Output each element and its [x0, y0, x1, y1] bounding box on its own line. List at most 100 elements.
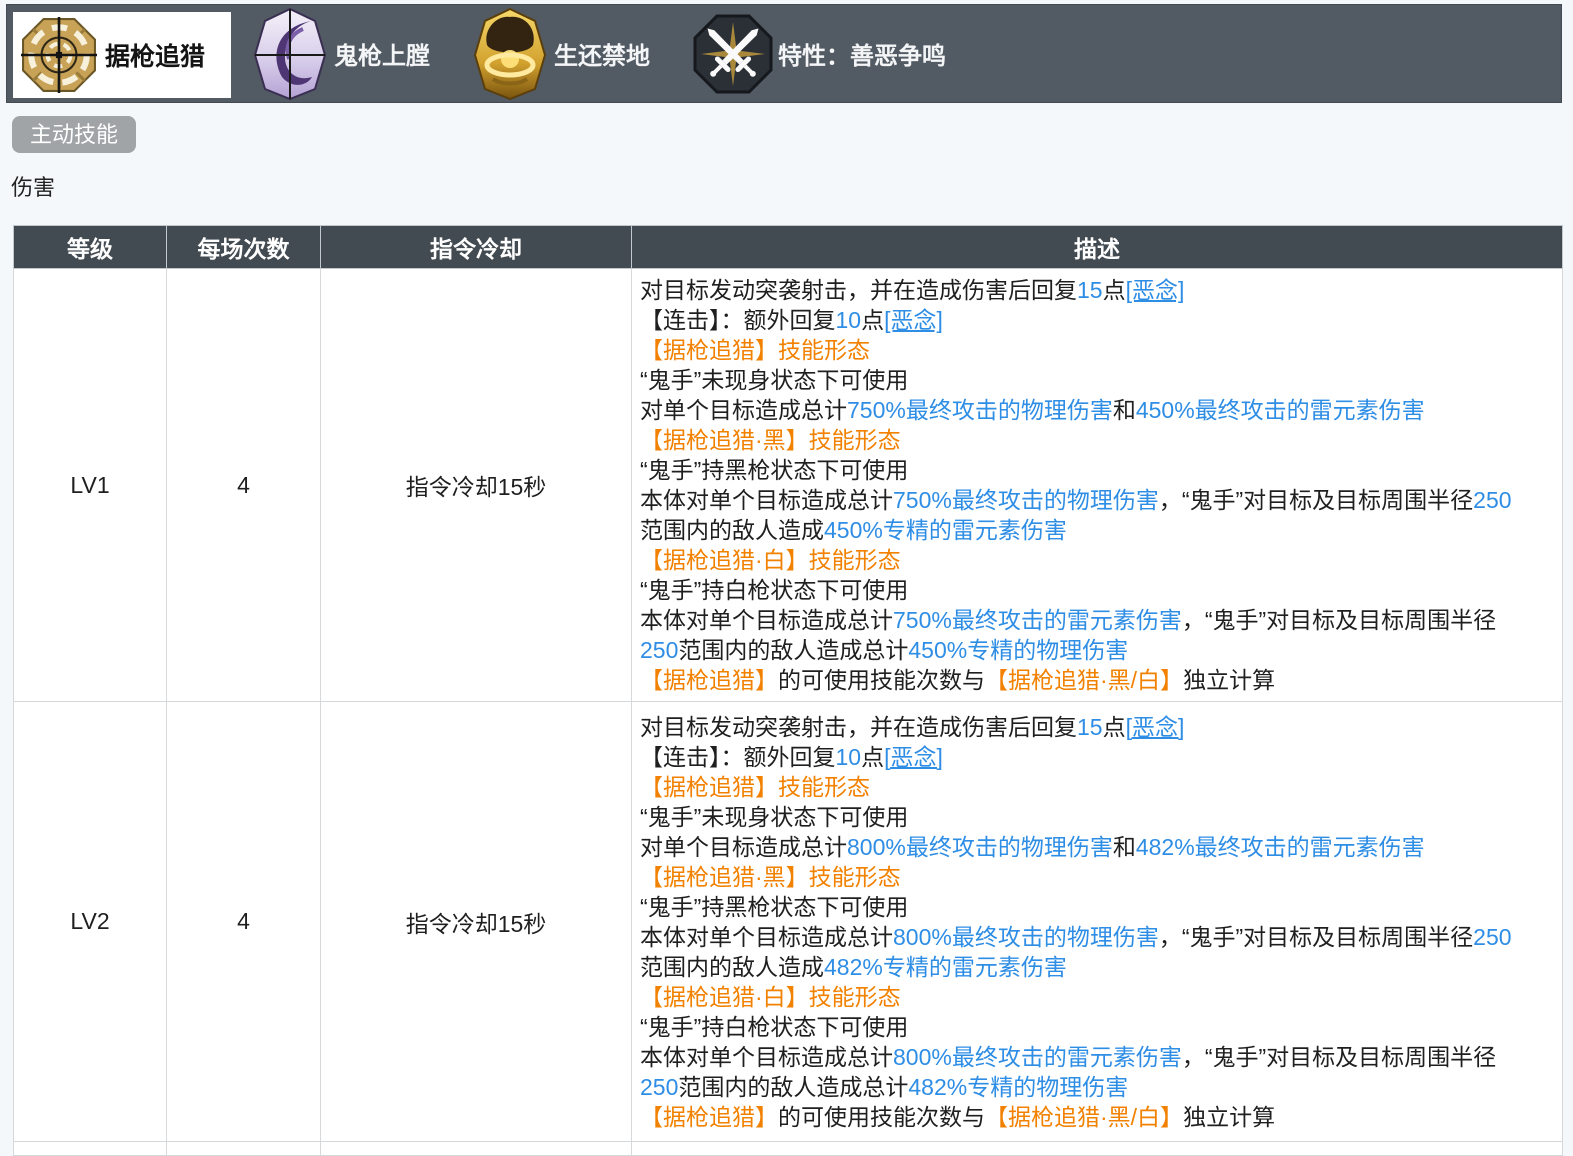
text-segment: 的可使用技能次数与 [778, 1104, 985, 1130]
table-header-row: 等级 每场次数 指令冷却 描述 [14, 226, 1563, 269]
description-line: 本体对单个目标造成总计800%最终攻击的雷元素伤害，“鬼手”对目标及目标周围半径 [640, 1042, 1560, 1072]
tab-ju-qiang-zhui-lie[interactable]: 据枪追猎 [13, 12, 231, 98]
text-segment: 482%最终攻击的雷元素伤害 [1136, 834, 1425, 860]
enian-link[interactable]: [恶念] [1126, 277, 1185, 303]
description-line: 250范围内的敌人造成总计482%专精的物理伤害 [640, 1072, 1560, 1102]
description-line: 250范围内的敌人造成总计450%专精的物理伤害 [640, 635, 1560, 665]
description-line: 【据枪追猎·白】技能形态 [640, 545, 1560, 575]
text-segment: “鬼手”持黑枪状态下可使用 [640, 457, 908, 483]
text-segment: 【据枪追猎·黑】技能形态 [640, 864, 901, 890]
tab-sheng-huan-jin-di[interactable]: 生还禁地 [469, 5, 650, 102]
description-line: “鬼手”持黑枪状态下可使用 [640, 892, 1560, 922]
text-segment: “鬼手”持白枪状态下可使用 [640, 1014, 908, 1040]
text-segment: 本体对单个目标造成总计 [640, 487, 893, 513]
text-segment: ，“鬼手”对目标及目标周围半径 [1159, 924, 1473, 950]
enian-link[interactable]: [恶念] [884, 744, 943, 770]
text-segment: 点 [861, 307, 884, 333]
description-line: 【据枪追猎】的可使用技能次数与【据枪追猎·黑/白】独立计算 [640, 665, 1560, 695]
enian-link[interactable]: [恶念] [1126, 714, 1185, 740]
skill-tab-bar: 据枪追猎 鬼枪上膛 [6, 4, 1562, 103]
tab-label: 鬼枪上膛 [334, 36, 430, 71]
text-segment: 450%最终攻击的雷元素伤害 [1136, 397, 1425, 423]
text-segment: 范围内的敌人造成总计 [678, 1074, 908, 1100]
description-line: 【据枪追猎·黑】技能形态 [640, 425, 1560, 455]
crossed-swords-icon [691, 12, 775, 96]
text-segment: ，“鬼手”对目标及目标周围半径 [1159, 487, 1473, 513]
text-segment: 【连击】：额外回复 [640, 744, 836, 770]
description-line: 对单个目标造成总计750%最终攻击的物理伤害和450%最终攻击的雷元素伤害 [640, 395, 1560, 425]
tab-label: 特性：善恶争鸣 [778, 36, 946, 71]
section-title: 伤害 [11, 170, 55, 202]
empty-cell [632, 1142, 1563, 1156]
description-line: 【据枪追猎】技能形态 [640, 335, 1560, 365]
description-line: 【据枪追猎】技能形态 [640, 772, 1560, 802]
text-segment: 800%最终攻击的物理伤害 [847, 834, 1113, 860]
description-line: 范围内的敌人造成482%专精的雷元素伤害 [640, 952, 1560, 982]
text-segment: 【连击】：额外回复 [640, 307, 836, 333]
text-segment: 本体对单个目标造成总计 [640, 1044, 893, 1070]
text-segment: 独立计算 [1183, 667, 1275, 693]
description-line: 对单个目标造成总计800%最终攻击的物理伤害和482%最终攻击的雷元素伤害 [640, 832, 1560, 862]
text-segment: 【据枪追猎】技能形态 [640, 337, 870, 363]
tab-label: 据枪追猎 [105, 37, 205, 73]
text-segment: 点 [1103, 714, 1126, 740]
text-segment: “鬼手”未现身状态下可使用 [640, 804, 908, 830]
text-segment: 450%专精的雷元素伤害 [824, 517, 1067, 543]
level-cell: LV2 [14, 702, 167, 1142]
text-segment: 250 [640, 637, 678, 663]
text-segment: ，“鬼手”对目标及目标周围半径 [1182, 607, 1496, 633]
text-segment: ，“鬼手”对目标及目标周围半径 [1182, 1044, 1496, 1070]
description-line: 本体对单个目标造成总计800%最终攻击的物理伤害，“鬼手”对目标及目标周围半径2… [640, 922, 1560, 952]
text-segment: 10 [836, 744, 862, 770]
text-segment: 对单个目标造成总计 [640, 834, 847, 860]
description-line: “鬼手”持黑枪状态下可使用 [640, 455, 1560, 485]
header-times-per-battle: 每场次数 [167, 226, 321, 269]
table-row-partial [14, 1142, 1563, 1156]
table-row: LV14指令冷却15秒对目标发动突袭射击，并在造成伤害后回复15点[恶念]【连击… [14, 269, 1563, 702]
header-description: 描述 [632, 226, 1563, 269]
description-line: “鬼手”持白枪状态下可使用 [640, 1012, 1560, 1042]
header-level: 等级 [14, 226, 167, 269]
text-segment: “鬼手”持黑枪状态下可使用 [640, 894, 908, 920]
text-segment: 750%最终攻击的物理伤害 [893, 487, 1159, 513]
text-segment: 【据枪追猎·黑/白】 [985, 667, 1183, 693]
description-cell: 对目标发动突袭射击，并在造成伤害后回复15点[恶念]【连击】：额外回复10点[恶… [632, 269, 1563, 702]
text-segment: 750%最终攻击的物理伤害 [847, 397, 1113, 423]
text-segment: 对目标发动突袭射击，并在造成伤害后回复 [640, 714, 1077, 740]
text-segment: 【据枪追猎】 [640, 1104, 778, 1130]
text-segment: 对单个目标造成总计 [640, 397, 847, 423]
description-line: 【连击】：额外回复10点[恶念] [640, 305, 1560, 335]
description-line: 对目标发动突袭射击，并在造成伤害后回复15点[恶念] [640, 275, 1560, 305]
text-segment: 和 [1113, 397, 1136, 423]
tab-te-xing[interactable]: 特性：善恶争鸣 [691, 5, 946, 102]
text-segment: 【据枪追猎·白】技能形态 [640, 547, 901, 573]
text-segment: 点 [1103, 277, 1126, 303]
table-body: LV14指令冷却15秒对目标发动突袭射击，并在造成伤害后回复15点[恶念]【连击… [14, 269, 1563, 1156]
text-segment: 450%专精的物理伤害 [908, 637, 1128, 663]
tab-label: 生还禁地 [554, 36, 650, 71]
text-segment: 本体对单个目标造成总计 [640, 924, 893, 950]
target-gem-icon [21, 17, 97, 93]
description-line: 【据枪追猎·黑】技能形态 [640, 862, 1560, 892]
text-segment: 和 [1113, 834, 1136, 860]
text-segment: “鬼手”持白枪状态下可使用 [640, 577, 908, 603]
description-cell: 对目标发动突袭射击，并在造成伤害后回复15点[恶念]【连击】：额外回复10点[恶… [632, 702, 1563, 1142]
text-segment: 【据枪追猎·黑】技能形态 [640, 427, 901, 453]
text-segment: 250 [1473, 487, 1511, 513]
text-segment: 10 [836, 307, 862, 333]
text-segment: 点 [861, 744, 884, 770]
enian-link[interactable]: [恶念] [884, 307, 943, 333]
cooldown-cell: 指令冷却15秒 [321, 269, 632, 702]
text-segment: 15 [1077, 277, 1103, 303]
text-segment: 250 [640, 1074, 678, 1100]
text-segment: 250 [1473, 924, 1511, 950]
times-cell: 4 [167, 269, 321, 702]
description-line: 本体对单个目标造成总计750%最终攻击的雷元素伤害，“鬼手”对目标及目标周围半径 [640, 605, 1560, 635]
purple-gem-icon [249, 7, 331, 101]
empty-cell [167, 1142, 321, 1156]
text-segment: 独立计算 [1183, 1104, 1275, 1130]
tab-gui-qiang-shang-tang[interactable]: 鬼枪上膛 [249, 5, 430, 102]
level-cell: LV1 [14, 269, 167, 702]
text-segment: 【据枪追猎·白】技能形态 [640, 984, 901, 1010]
header-command-cooldown: 指令冷却 [321, 226, 632, 269]
